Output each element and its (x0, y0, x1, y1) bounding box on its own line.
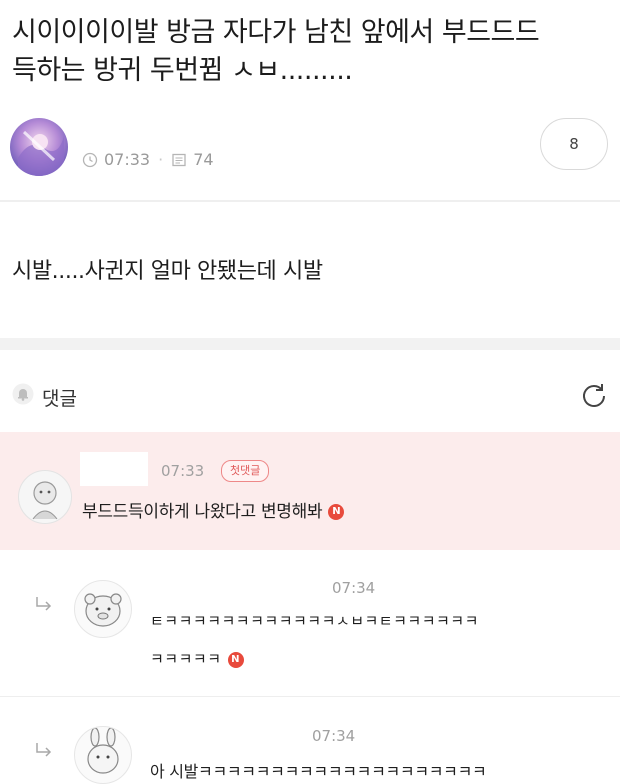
refresh-icon[interactable] (580, 381, 608, 409)
post-time: 07:33 (104, 150, 151, 169)
reply-text-line: ㅋㅋㅋㅋㅋ (150, 650, 222, 668)
comment-text: 부드드득이하게 나왔다고 변명해봐 (82, 502, 323, 522)
comment-time: 07:34 (332, 579, 376, 597)
meta-separator: · (158, 150, 164, 169)
first-comment-badge: 첫댓글 (221, 460, 270, 482)
commenter-name-hidden (80, 452, 148, 486)
bell-icon (12, 383, 34, 405)
reply-text-line: ㅌㅋㅋㅋㅋㅋㅋㅋㅋㅋㅋㅋㅋㅅㅂㅋㅌㅋㅋㅋㅋㅋㅋ (150, 612, 479, 630)
post-title: 시이이이이발 방금 자다가 남친 앞에서 부드드드 득하는 방귀 두번뀜 ㅅㅂ.… (12, 17, 540, 86)
author-avatar[interactable] (10, 118, 68, 176)
new-badge-icon: N (227, 651, 244, 668)
avatar-image (10, 118, 68, 176)
avatar-image (32, 481, 58, 520)
divider (0, 696, 620, 697)
comments-title: 댓글 (42, 388, 77, 410)
clock-icon (82, 152, 98, 167)
divider (0, 200, 620, 202)
views-icon (172, 153, 186, 166)
new-badge-icon: N (328, 504, 345, 520)
section-divider (0, 338, 620, 350)
reply-arrow-icon (36, 743, 52, 757)
comment-count: 8 (569, 135, 579, 153)
comment-text-row: 부드드득이하게 나왔다고 변명해봐 N (82, 497, 345, 522)
comment-time: 07:33 (161, 462, 205, 480)
comment-count-button[interactable]: 8 (540, 118, 608, 170)
commenter-avatar[interactable] (18, 470, 72, 524)
post-body: 시발.....사귄지 얼마 안됐는데 시발 (12, 259, 323, 284)
comment-time: 07:34 (312, 727, 356, 745)
commenter-avatar[interactable] (74, 580, 132, 638)
reply-text: 아 시발ㅋㅋㅋㅋㅋㅋㅋㅋㅋㅋㅋㅋㅋㅋㅋㅋㅋㅋㅋㅋ (150, 762, 487, 781)
avatar-image (84, 593, 122, 627)
reply-text-row: ㅋㅋㅋㅋㅋ N (150, 648, 244, 669)
comment-item (0, 432, 620, 550)
commenter-avatar[interactable] (74, 726, 132, 784)
post-views: 74 (193, 150, 214, 169)
reply-arrow-icon (36, 597, 52, 611)
avatar-image (87, 727, 119, 774)
post-meta: 07:33 · 74 (82, 150, 214, 169)
